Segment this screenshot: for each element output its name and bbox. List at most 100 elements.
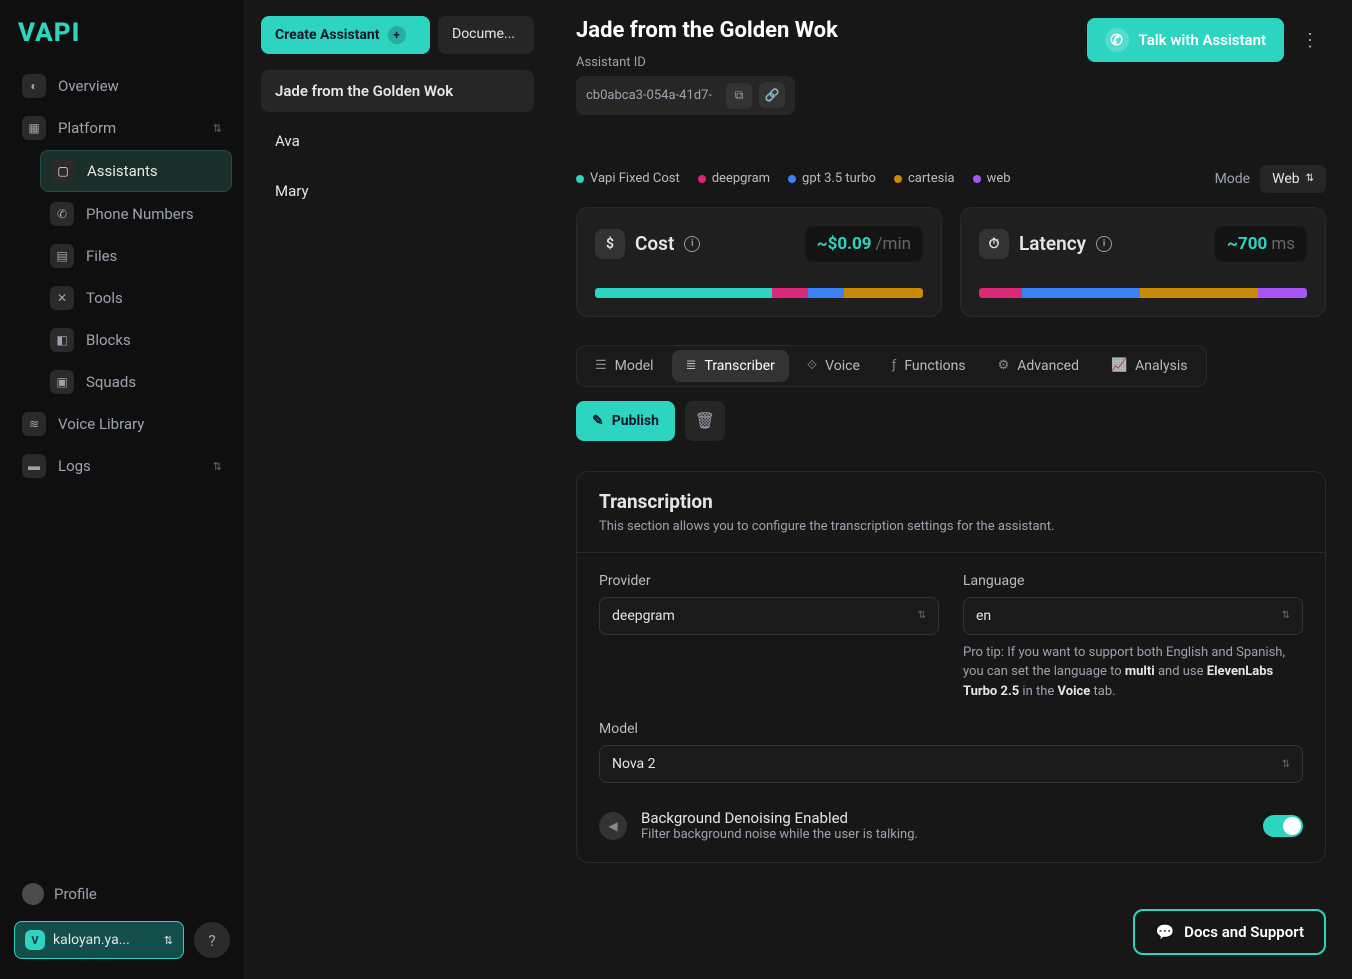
tab-model[interactable]: ☰Model [581, 350, 668, 382]
delete-button[interactable]: 🗑 [685, 401, 725, 441]
assistant-item-jade[interactable]: Jade from the Golden Wok [261, 70, 534, 112]
nav-profile[interactable]: Profile [14, 875, 230, 913]
nav-assistants[interactable]: ▢ Assistants [40, 150, 232, 192]
mode-dropdown[interactable]: Web ⇅ [1260, 165, 1326, 193]
provider-label: Provider [599, 573, 939, 589]
model-label: Model [599, 721, 1303, 737]
label: Tools [86, 289, 123, 307]
assistant-id-label: Assistant ID [576, 55, 838, 70]
audio-icon: ◀ [599, 812, 627, 840]
more-menu-button[interactable]: ⋮ [1294, 24, 1326, 56]
nav-overview[interactable]: ◐ Overview [12, 66, 232, 106]
info-icon[interactable]: i [684, 236, 700, 252]
docs-support-button[interactable]: 💬 Docs and Support [1133, 909, 1326, 955]
assistant-list-panel: Create Assistant + Docume... Jade from t… [244, 0, 550, 979]
language-label: Language [963, 573, 1303, 589]
chevron-updown-icon: ⇅ [1282, 610, 1290, 621]
cube-icon: ◧ [50, 328, 74, 352]
legend: Vapi Fixed Cost deepgram gpt 3.5 turbo c… [576, 171, 1011, 186]
tab-voice[interactable]: ⟐Voice [793, 350, 874, 382]
dot-icon [576, 175, 584, 183]
account-selector[interactable]: V kaloyan.ya... ⇅ [14, 921, 184, 959]
assistant-item-mary[interactable]: Mary [261, 170, 534, 212]
tab-advanced[interactable]: ⚙Advanced [984, 350, 1093, 382]
info-icon[interactable]: i [1096, 236, 1112, 252]
documentation-button[interactable]: Docume... [438, 16, 534, 54]
assistant-id-chip: cb0abca3-054a-41d7- ⧉ 🔗 [576, 76, 795, 115]
dot-icon [788, 175, 796, 183]
mode-value: Web [1272, 171, 1300, 187]
label: Files [86, 247, 117, 265]
avatar-icon [22, 883, 44, 905]
nav-phone-numbers[interactable]: ✆ Phone Numbers [40, 194, 232, 234]
nav-platform[interactable]: ▦ Platform ⇅ [12, 108, 232, 148]
label: Assistants [87, 162, 158, 180]
toggle-sub: Filter background noise while the user i… [641, 827, 1249, 842]
toggle-title: Background Denoising Enabled [641, 809, 1249, 827]
nav-voice-library[interactable]: ≋ Voice Library [12, 404, 232, 444]
account-name: kaloyan.ya... [53, 932, 130, 948]
dot-icon [894, 175, 902, 183]
chevron-updown-icon: ⇅ [918, 610, 926, 621]
assistant-item-ava[interactable]: Ava [261, 120, 534, 162]
model-select[interactable]: Nova 2 ⇅ [599, 745, 1303, 783]
main-panel: Jade from the Golden Wok Assistant ID cb… [550, 0, 1352, 979]
dot-icon [698, 175, 706, 183]
squads-icon: ▣ [50, 370, 74, 394]
link-icon[interactable]: 🔗 [759, 82, 785, 108]
create-assistant-button[interactable]: Create Assistant + [261, 16, 430, 54]
label: Profile [54, 885, 97, 903]
plus-icon: + [388, 26, 406, 44]
chevron-updown-icon: ⇅ [1282, 759, 1290, 770]
assistant-id-value: cb0abca3-054a-41d7- [586, 88, 712, 103]
panel-title: Transcription [599, 490, 1303, 513]
tools-icon: ✕ [50, 286, 74, 310]
latency-metric: ~700ms [1215, 226, 1307, 262]
nav-squads[interactable]: ▣ Squads [40, 362, 232, 402]
label: Logs [58, 457, 91, 475]
provider-select[interactable]: deepgram ⇅ [599, 597, 939, 635]
help-button[interactable]: ? [194, 922, 230, 958]
nav-files[interactable]: ▤ Files [40, 236, 232, 276]
tab-transcriber[interactable]: ≣Transcriber [672, 350, 789, 382]
chart-icon: 📈 [1111, 358, 1127, 373]
cost-value: ~$0.09 [817, 234, 872, 254]
legend-item: cartesia [894, 171, 955, 186]
cost-unit: /min [876, 234, 911, 254]
chevron-updown-icon: ⇅ [213, 122, 222, 135]
language-select[interactable]: en ⇅ [963, 597, 1303, 635]
account-row: V kaloyan.ya... ⇅ ? [14, 921, 230, 959]
globe-icon: ◐ [22, 74, 46, 98]
config-tabs: ☰Model ≣Transcriber ⟐Voice ƒFunctions ⚙A… [576, 345, 1207, 387]
language-tip: Pro tip: If you want to support both Eng… [963, 643, 1303, 702]
legend-item: web [973, 171, 1011, 186]
talk-with-assistant-button[interactable]: ✆ Talk with Assistant [1087, 18, 1284, 62]
publish-button[interactable]: ✎ Publish [576, 401, 675, 441]
label: Docs and Support [1184, 923, 1304, 941]
file-icon: ▤ [50, 244, 74, 268]
dot-icon [973, 175, 981, 183]
nav-logs[interactable]: ▬ Logs ⇅ [12, 446, 232, 486]
cost-card: $ Cost i ~$0.09/min [576, 207, 942, 317]
tab-functions[interactable]: ƒFunctions [878, 350, 980, 382]
sidebar-bottom: Profile V kaloyan.ya... ⇅ ? [0, 865, 244, 969]
phone-icon: ✆ [50, 202, 74, 226]
denoising-toggle[interactable] [1263, 815, 1303, 837]
copy-icon[interactable]: ⧉ [726, 83, 752, 109]
label: Cost [635, 232, 674, 255]
cost-breakdown-bar [595, 288, 923, 298]
latency-card: ⏱ Latency i ~700ms [960, 207, 1326, 317]
label: Overview [58, 77, 119, 95]
label: Voice Library [58, 415, 144, 433]
account-badge-icon: V [25, 930, 45, 950]
model-icon: ☰ [595, 358, 607, 373]
toggle-knob [1283, 817, 1301, 835]
tab-analysis[interactable]: 📈Analysis [1097, 350, 1202, 382]
nav-tools[interactable]: ✕ Tools [40, 278, 232, 318]
nav-blocks[interactable]: ◧ Blocks [40, 320, 232, 360]
mode-selector: Mode Web ⇅ [1215, 165, 1326, 193]
label: Talk with Assistant [1139, 31, 1266, 49]
nav: ◐ Overview ▦ Platform ⇅ ▢ Assistants ✆ P… [0, 66, 244, 865]
stopwatch-icon: ⏱ [979, 229, 1009, 259]
label: Phone Numbers [86, 205, 194, 223]
